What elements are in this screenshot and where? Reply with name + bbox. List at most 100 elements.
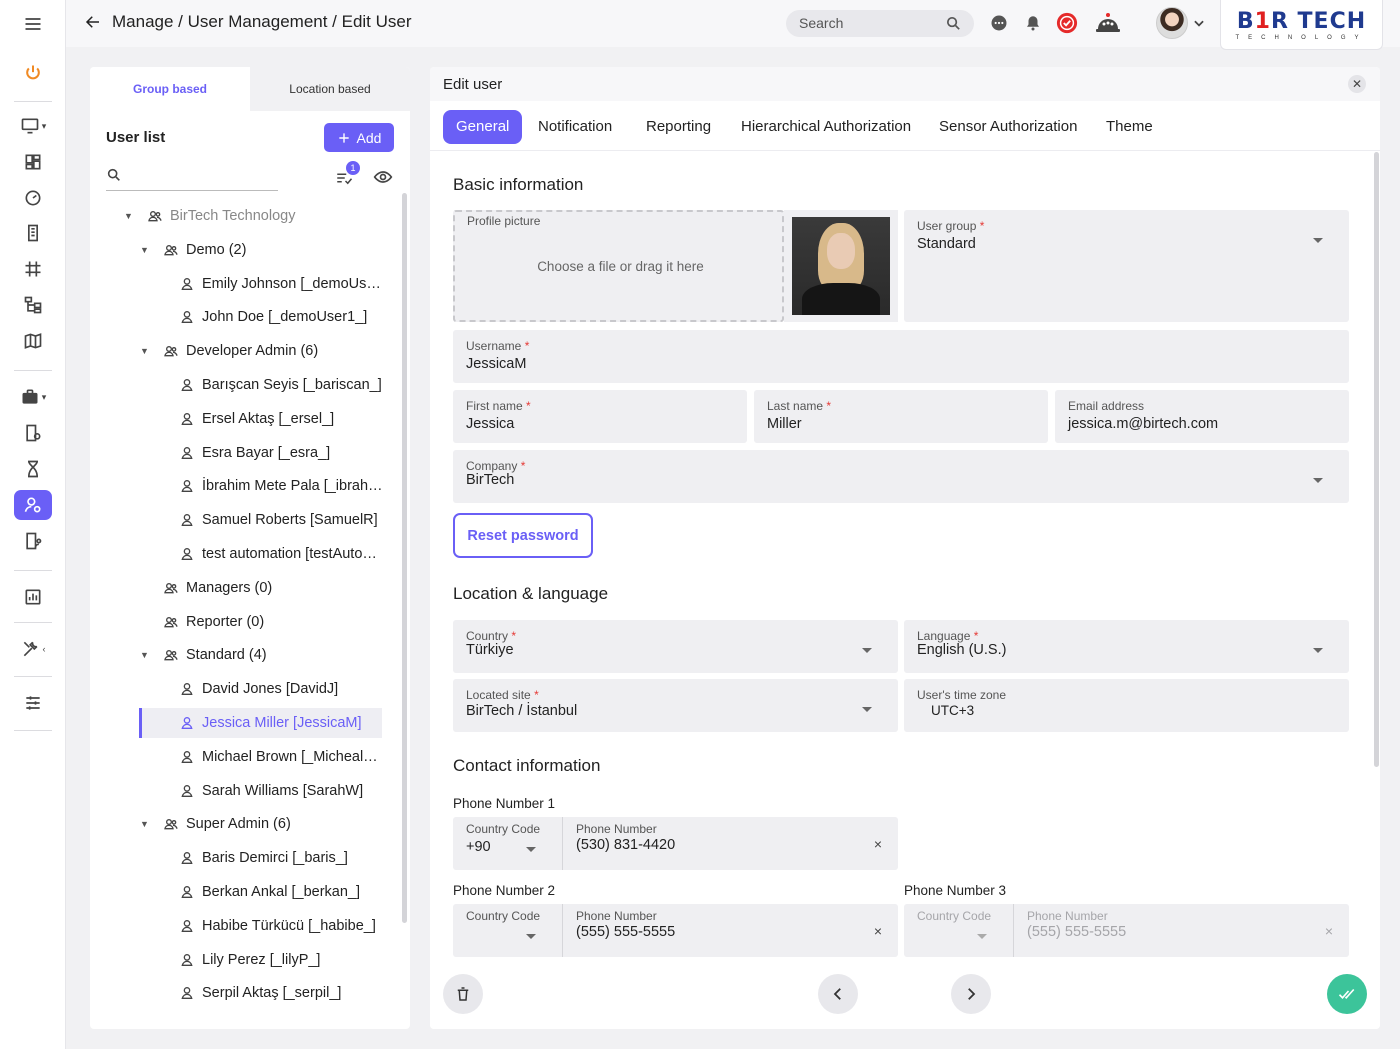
tree-user-item[interactable]: Emily Johnson [_demoUs… (178, 269, 381, 299)
sliders-icon[interactable] (14, 688, 52, 718)
tree-user-item[interactable]: Esra Bayar [_esra_] (178, 438, 330, 468)
hourglass-icon[interactable] (14, 454, 52, 484)
reports-icon[interactable] (14, 582, 52, 612)
save-button[interactable] (1327, 974, 1367, 1014)
tree-group-item[interactable]: ▼ Demo (2) (140, 235, 246, 265)
tree-group-item[interactable]: ▼ Developer Admin (6) (140, 336, 318, 366)
tree-group-item[interactable]: ▼ Standard (4) (140, 640, 267, 670)
tree-scrollbar[interactable] (402, 193, 407, 923)
tree-group-item[interactable]: Managers (0) (140, 573, 272, 603)
tree-root-item[interactable]: ▼ BirTech Technology (124, 201, 295, 231)
tree-user-item[interactable]: Berkan Ankal [_berkan_] (178, 877, 360, 907)
tree-user-item[interactable]: John Doe [_demoUser1_] (178, 302, 367, 332)
tree-item-label: test automation [testAuto… (202, 546, 377, 562)
tab-reporting[interactable]: Reporting (633, 110, 724, 144)
tree-group-item[interactable]: Reporter (0) (140, 607, 264, 637)
building-settings-icon[interactable] (14, 418, 52, 448)
monitor-icon[interactable]: ▾ (14, 111, 52, 141)
dropdown-arrow-icon (977, 934, 987, 939)
phone-2-country-code[interactable]: Country Code (453, 904, 563, 957)
tree-user-item[interactable]: Sarah Williams [SarahW] (178, 776, 363, 806)
language-select[interactable]: Language * English (U.S.) (904, 620, 1349, 673)
service-bell-icon[interactable] (1094, 12, 1122, 34)
tree-user-item[interactable]: Ersel Aktaş [_ersel_] (178, 404, 334, 434)
expand-caret-icon[interactable]: ▼ (140, 346, 154, 356)
bell-icon[interactable] (1022, 12, 1044, 34)
expand-caret-icon[interactable]: ▼ (140, 650, 154, 660)
dropzone-hint: Choose a file or drag it here (537, 259, 704, 274)
user-management-icon[interactable] (14, 490, 52, 520)
phone-1-field[interactable]: Country Code +90 Phone Number (530) 831-… (453, 817, 898, 870)
next-button[interactable] (951, 974, 991, 1014)
email-field[interactable]: Email address jessica.m@birtech.com (1055, 390, 1349, 443)
building-icon[interactable] (14, 218, 52, 248)
profile-photo[interactable] (792, 217, 890, 315)
company-select[interactable]: Company * BirTech (453, 450, 1349, 503)
reset-password-button[interactable]: Reset password (453, 513, 593, 558)
clear-icon[interactable]: × (874, 923, 882, 939)
tab-general[interactable]: General (443, 110, 523, 144)
phone-number-label: Phone Number (576, 909, 657, 923)
tab-sensor-authorization[interactable]: Sensor Authorization (926, 110, 1090, 144)
tree-user-item[interactable]: Serpil Aktaş [_serpil_] (178, 978, 341, 1008)
form-scrollbar[interactable] (1374, 152, 1379, 767)
first-name-field[interactable]: First name * Jessica (453, 390, 747, 443)
chat-icon[interactable] (988, 12, 1010, 34)
tree-user-item[interactable]: Barışcan Seyis [_bariscan_] (178, 370, 382, 400)
phone-1-country-code[interactable]: Country Code +90 (453, 817, 563, 870)
user-icon (181, 379, 193, 391)
username-field[interactable]: Username * JessicaM (453, 330, 1349, 383)
tab-location-based[interactable]: Location based (250, 67, 410, 111)
expand-caret-icon[interactable]: ▼ (124, 211, 138, 221)
search-input[interactable]: Search (786, 10, 974, 37)
back-arrow-icon[interactable] (84, 13, 102, 31)
first-name-value: Jessica (466, 416, 515, 432)
tab-group-based[interactable]: Group based (90, 67, 250, 111)
tree-user-item[interactable]: Samuel Roberts [SamuelR] (178, 505, 378, 535)
dashboard-icon[interactable] (14, 147, 52, 177)
located-site-select[interactable]: Located site * BirTech / İstanbul (453, 679, 898, 732)
add-user-button[interactable]: Add (324, 123, 394, 152)
phone-2-field[interactable]: Country Code Phone Number (555) 555-5555… (453, 904, 898, 957)
tree-user-item[interactable]: Michael Brown [_Micheal… (178, 742, 378, 772)
tab-notification[interactable]: Notification (525, 110, 625, 144)
user-search-input[interactable] (106, 167, 278, 191)
user-avatar[interactable] (1156, 7, 1188, 39)
tab-theme[interactable]: Theme (1093, 110, 1166, 144)
chevron-left-icon (833, 988, 841, 1000)
building-user-icon[interactable] (14, 526, 52, 556)
user-group-select[interactable]: User group * Standard (904, 210, 1349, 322)
tree-user-item[interactable]: Baris Demirci [_baris_] (178, 843, 348, 873)
previous-button[interactable] (818, 974, 858, 1014)
menu-icon[interactable] (14, 9, 52, 39)
tab-hierarchical-authorization[interactable]: Hierarchical Authorization (728, 110, 924, 144)
clear-icon[interactable]: × (874, 836, 882, 852)
eye-icon[interactable] (372, 167, 394, 187)
close-icon[interactable]: ✕ (1348, 75, 1366, 93)
tree-user-item[interactable]: Lily Perez [_lilyP_] (178, 945, 320, 975)
chevron-down-icon[interactable] (1192, 14, 1206, 32)
tools-icon[interactable]: ‹ (14, 634, 52, 664)
required-mark: * (979, 219, 985, 233)
tree-group-item[interactable]: ▼ Super Admin (6) (140, 809, 291, 839)
country-select[interactable]: Country * Türkiye (453, 620, 898, 673)
expand-caret-icon[interactable]: ▼ (140, 245, 154, 255)
tree-user-item[interactable]: İbrahim Mete Pala [_ibrah… (178, 471, 383, 501)
expand-caret-icon[interactable]: ▼ (140, 819, 154, 829)
hierarchy-icon[interactable] (14, 290, 52, 320)
profile-picture-dropzone[interactable]: Profile picture Choose a file or drag it… (453, 210, 784, 322)
briefcase-icon[interactable]: ▾ (14, 382, 52, 412)
tree-user-item[interactable]: David Jones [DavidJ] (178, 674, 338, 704)
tree-user-item[interactable]: test automation [testAuto… (178, 539, 377, 569)
gauge-icon[interactable] (14, 183, 52, 213)
power-logo-icon[interactable] (14, 58, 52, 88)
tree-item-label: Ersel Aktaş [_ersel_] (202, 410, 335, 427)
last-name-field[interactable]: Last name * Miller (754, 390, 1048, 443)
delete-button[interactable] (443, 974, 483, 1014)
map-icon[interactable] (14, 326, 52, 356)
shield-check-icon[interactable] (1056, 12, 1078, 34)
tree-user-item[interactable]: Jessica Miller [JessicaM] (139, 708, 382, 738)
grid-icon[interactable] (14, 254, 52, 284)
tree-item-label: BirTech Technology (170, 208, 296, 224)
tree-user-item[interactable]: Habibe Türkücü [_habibe_] (178, 911, 376, 941)
